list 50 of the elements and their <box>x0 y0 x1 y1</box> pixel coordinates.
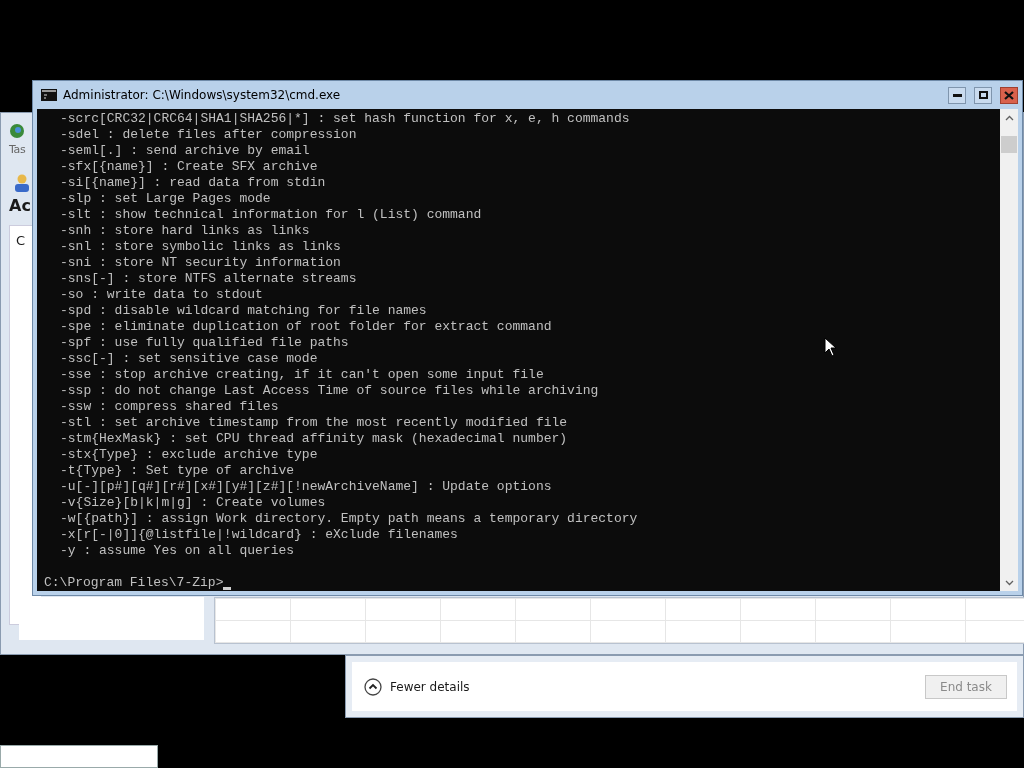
text-cursor <box>223 587 232 590</box>
close-icon <box>1004 90 1014 100</box>
console-line: -snl : store symbolic links as links <box>60 239 341 255</box>
console-line: -y : assume Yes on all queries <box>60 543 295 559</box>
chevron-up-icon <box>364 677 382 696</box>
console-line: -spf : use fully qualified file paths <box>60 335 349 351</box>
chevron-down-icon[interactable] <box>1004 579 1014 586</box>
console-line: -si[{name}] : read data from stdin <box>60 175 326 191</box>
scroll-thumb[interactable] <box>1001 136 1017 153</box>
maximize-icon <box>978 91 988 99</box>
minimize-icon <box>952 93 962 97</box>
column-header[interactable]: C <box>16 233 26 248</box>
globe-icon <box>9 123 25 139</box>
console-line: -spd : disable wildcard matching for file names <box>60 303 427 319</box>
console-line: -t{Type} : Set type of archive <box>60 463 295 479</box>
console-line: -sns[-] : store NTFS alternate streams <box>60 271 357 287</box>
scrollbar[interactable] <box>1000 109 1018 591</box>
maximize-button[interactable] <box>974 86 992 104</box>
console-line: -sni : store NT security information <box>60 255 341 271</box>
console-line: -so : write data to stdout <box>60 287 263 303</box>
close-button[interactable] <box>1000 86 1018 104</box>
console-line: -ssw : compress shared files <box>60 399 279 415</box>
console-line: -x[r[-|0]]{@listfile|!wildcard} : eXclude filenames <box>60 527 458 543</box>
minimize-button[interactable] <box>948 86 966 104</box>
console-line: -v{Size}[b|k|m|g] : Create volumes <box>60 495 326 511</box>
console-line: -ssp : do not change Last Access Time of source files while archiving <box>60 383 599 399</box>
console-line: -u[-][p#][q#][r#][x#][y#][z#][!newArchiveName] : Update options <box>60 479 552 495</box>
console-line: -spe : eliminate duplication of root folder for extract command <box>60 319 552 335</box>
console-line: -sfx[{name}] : Create SFX archive <box>60 159 318 175</box>
console-line: -sse : stop archive creating, if it can't open some input file <box>60 367 544 383</box>
chevron-up-icon[interactable] <box>1004 114 1014 121</box>
console-line: -scrc[CRC32|CRC64|SHA1|SHA256|*] : set hash function for x, e, h commands <box>60 111 630 127</box>
console-line: -slt : show technical information for l (List) command <box>60 207 482 223</box>
console-line: -sdel : delete files after compression <box>60 127 357 143</box>
console-line: -stl : set archive timestamp from the most recently modified file <box>60 415 568 431</box>
mouse-pointer-icon <box>824 337 836 357</box>
tab-label[interactable]: Tas <box>9 143 26 156</box>
console-line: -stx{Type} : exclude archive type <box>60 447 318 463</box>
section-heading: Ac <box>9 196 31 215</box>
console-line: -ssc[-] : set sensitive case mode <box>60 351 318 367</box>
user-icon <box>15 174 29 192</box>
console-icon <box>41 89 57 101</box>
console-line: -stm{HexMask} : set CPU thread affinity mask (hexadecimal number) <box>60 431 568 447</box>
console-line: -w[{path}] : assign Work directory. Empty path means a temporary directory <box>60 511 638 527</box>
console-line: -slp : set Large Pages mode <box>60 191 271 207</box>
console-line: -seml[.] : send archive by email <box>60 143 310 159</box>
command-prompt: C:\Program Files\7-Zip> <box>44 575 224 591</box>
window-title: Administrator: C:\Windows\system32\cmd.exe <box>63 88 342 102</box>
console-line: -snh : store hard links as links <box>60 223 310 239</box>
fewer-details-button[interactable]: Fewer details <box>364 677 470 696</box>
